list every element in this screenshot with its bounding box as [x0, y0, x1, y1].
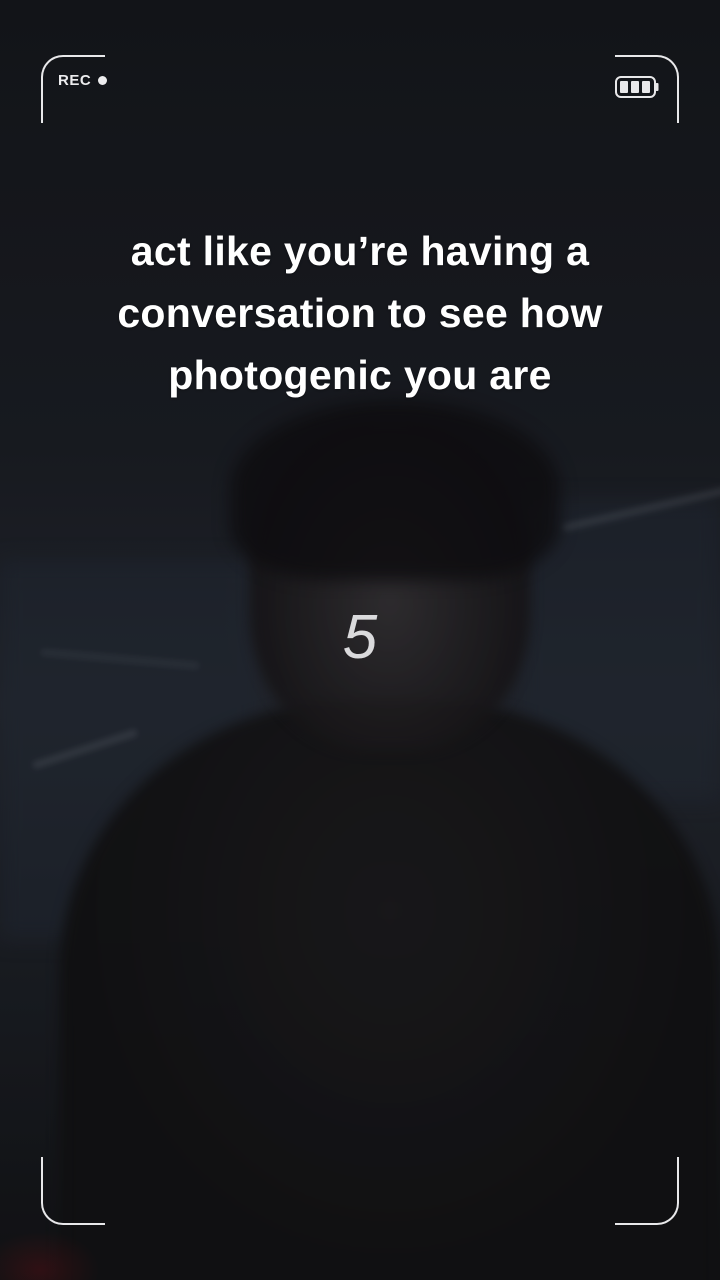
camera-viewfinder: REC act like you’re having a conversatio… [0, 0, 720, 1280]
caption-text: act like you’re having a conversation to… [117, 228, 603, 398]
rec-label: REC [58, 72, 92, 89]
viewfinder-corner-bottom-right [615, 1157, 679, 1225]
viewfinder-corner-bottom-left [41, 1157, 105, 1225]
battery-icon [615, 76, 659, 98]
viewfinder-corner-top-left [41, 55, 105, 123]
countdown-number: 5 [342, 603, 378, 672]
record-dot-icon [98, 76, 108, 85]
rec-indicator: REC [58, 72, 108, 89]
